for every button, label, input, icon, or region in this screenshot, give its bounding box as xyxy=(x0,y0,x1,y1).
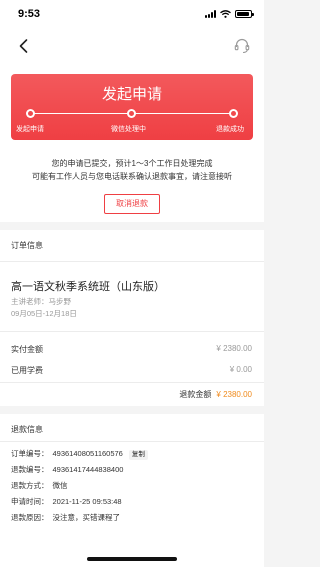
customer-service-icon[interactable] xyxy=(232,36,252,56)
step-label-start: 发起申请 xyxy=(16,126,44,133)
divider xyxy=(0,331,264,332)
progress-title: 发起申请 xyxy=(101,86,162,103)
apply-time-row: 申请时间： 2021-11-25 09:53:48 xyxy=(11,496,122,507)
copy-button[interactable]: 复制 xyxy=(128,450,148,460)
divider xyxy=(0,382,264,383)
refund-amount-value: ¥ 2380.00 xyxy=(216,390,252,399)
paid-amount-label: 实付金额 xyxy=(11,345,43,354)
refund-method-value: 微信 xyxy=(52,481,68,490)
order-number-row: 订单编号： 49361408051160576 复制 xyxy=(11,448,148,460)
status-icons xyxy=(205,10,254,18)
status-bar: 9:53 xyxy=(0,0,264,30)
cancel-refund-button[interactable]: 取消退款 xyxy=(104,194,160,214)
apply-time-value: 2021-11-25 09:53:48 xyxy=(52,497,122,506)
notice-line-1: 您的申请已提交，预计1～3个工作日处理完成 xyxy=(51,159,213,168)
signal-icon xyxy=(205,10,216,18)
refund-notice: 您的申请已提交，预计1～3个工作日处理完成 可能有工作人员与您电话联系确认退款事… xyxy=(0,157,264,183)
wifi-icon xyxy=(220,10,231,18)
refund-number-row: 退款编号： 49361417444838400 xyxy=(11,464,123,475)
nav-bar xyxy=(0,30,264,62)
used-fee-value: ¥ 0.00 xyxy=(229,365,252,374)
divider xyxy=(0,441,264,442)
used-fee-label: 已用学费 xyxy=(11,366,43,375)
step-dot-start xyxy=(26,109,35,118)
course-date-range: 09月05日-12月18日 xyxy=(11,309,77,318)
notice-line-2: 可能有工作人员与您电话联系确认退款事宜，请注意接听 xyxy=(32,172,232,181)
order-info-title: 订单信息 xyxy=(11,241,43,250)
refund-reason-value: 没注意，买错课程了 xyxy=(52,513,121,522)
refund-info-card: 退款信息 订单编号： 49361408051160576 复制 退款编号： 49361… xyxy=(0,414,264,567)
refund-method-row: 退款方式： 微信 xyxy=(11,480,68,491)
refund-number-label: 退款编号： xyxy=(11,465,49,474)
refund-number-value: 49361417444838400 xyxy=(52,465,124,474)
apply-time-label: 申请时间： xyxy=(11,497,49,506)
step-label-middle: 微信处理中 xyxy=(111,126,146,133)
battery-icon xyxy=(235,10,254,18)
course-title: 高一语文秋季系统班（山东版） xyxy=(11,281,165,293)
refund-reason-label: 退款原因： xyxy=(11,513,49,522)
step-dot-end xyxy=(229,109,238,118)
home-indicator xyxy=(87,557,177,561)
refund-progress-card: 发起申请 发起申请 微信处理中 退款成功 您的申请已提交，预计1～3个工作日处理… xyxy=(0,62,264,222)
order-number-value: 49361408051160576 xyxy=(52,449,123,458)
order-number-label: 订单编号： xyxy=(11,449,49,458)
step-dot-middle xyxy=(127,109,136,118)
refund-amount-label: 退款金额 xyxy=(179,390,212,399)
course-teacher: 主讲老师：马步野 xyxy=(11,297,71,306)
refund-total: 退款金额 ¥ 2380.00 xyxy=(179,389,252,400)
refund-reason-row: 退款原因： 没注意，买错课程了 xyxy=(11,512,120,523)
order-info-card: 订单信息 高一语文秋季系统班（山东版） 主讲老师：马步野 09月05日-12月1… xyxy=(0,230,264,406)
paid-amount-value: ¥ 2380.00 xyxy=(216,344,252,353)
progress-banner: 发起申请 发起申请 微信处理中 退款成功 xyxy=(11,74,253,140)
divider xyxy=(0,261,264,262)
step-label-end: 退款成功 xyxy=(216,126,244,133)
status-time: 9:53 xyxy=(18,8,41,20)
refund-info-title: 退款信息 xyxy=(11,425,43,434)
refund-method-label: 退款方式： xyxy=(11,481,49,490)
back-arrow-icon[interactable] xyxy=(14,36,34,56)
